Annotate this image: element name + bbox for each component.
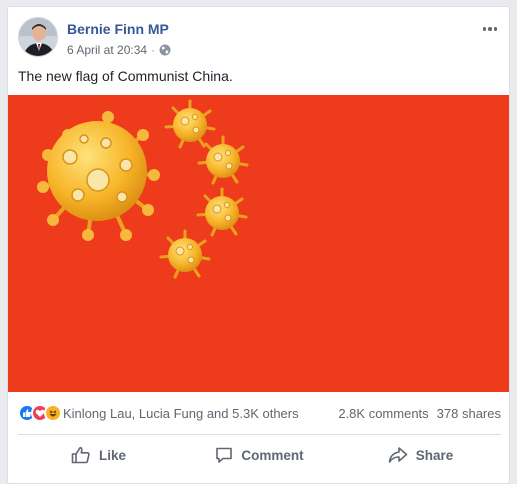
- engagement-counts: 2.8K comments 378 shares: [338, 406, 501, 421]
- actions-divider: [18, 434, 501, 435]
- small-virus-graphic-2: [197, 135, 249, 185]
- reaction-icons[interactable]: [18, 404, 62, 422]
- large-virus-graphic: [37, 111, 160, 241]
- post-header: Bernie Finn MP 6 April at 20:34 ·: [18, 17, 501, 61]
- thumbs-up-icon: [71, 446, 91, 464]
- small-virus-graphic-1: [164, 99, 216, 149]
- small-virus-graphic-4: [159, 229, 211, 279]
- post-actions: Like Comment Share: [18, 440, 501, 470]
- post-timestamp[interactable]: 6 April at 20:34: [67, 43, 147, 57]
- avatar[interactable]: [18, 17, 58, 57]
- reactions-summary[interactable]: Kinlong Lau, Lucia Fung and 5.3K others: [18, 404, 299, 422]
- comments-count[interactable]: 2.8K comments: [338, 406, 428, 421]
- like-label: Like: [98, 447, 126, 463]
- globe-icon[interactable]: [159, 44, 171, 56]
- comment-button[interactable]: Comment: [179, 440, 340, 470]
- reactions-bar: Kinlong Lau, Lucia Fung and 5.3K others …: [18, 403, 501, 423]
- reactions-text[interactable]: Kinlong Lau, Lucia Fung and 5.3K others: [63, 406, 299, 421]
- small-virus-graphic-3: [196, 187, 248, 237]
- share-icon: [388, 446, 408, 464]
- comment-label: Comment: [241, 447, 304, 463]
- post-card: Bernie Finn MP 6 April at 20:34 · The ne…: [7, 6, 510, 484]
- share-button[interactable]: Share: [340, 440, 501, 470]
- author-name[interactable]: Bernie Finn MP: [67, 21, 169, 37]
- like-button[interactable]: Like: [18, 440, 179, 470]
- post-meta: 6 April at 20:34 ·: [67, 43, 171, 57]
- shares-count[interactable]: 378 shares: [437, 406, 501, 421]
- post-text: The new flag of Communist China.: [18, 68, 233, 84]
- post-image[interactable]: [8, 95, 509, 392]
- comment-icon: [215, 446, 233, 464]
- share-label: Share: [415, 447, 454, 463]
- haha-reaction-icon: [44, 404, 62, 422]
- more-options-icon[interactable]: [479, 20, 501, 38]
- meta-separator: ·: [151, 43, 156, 57]
